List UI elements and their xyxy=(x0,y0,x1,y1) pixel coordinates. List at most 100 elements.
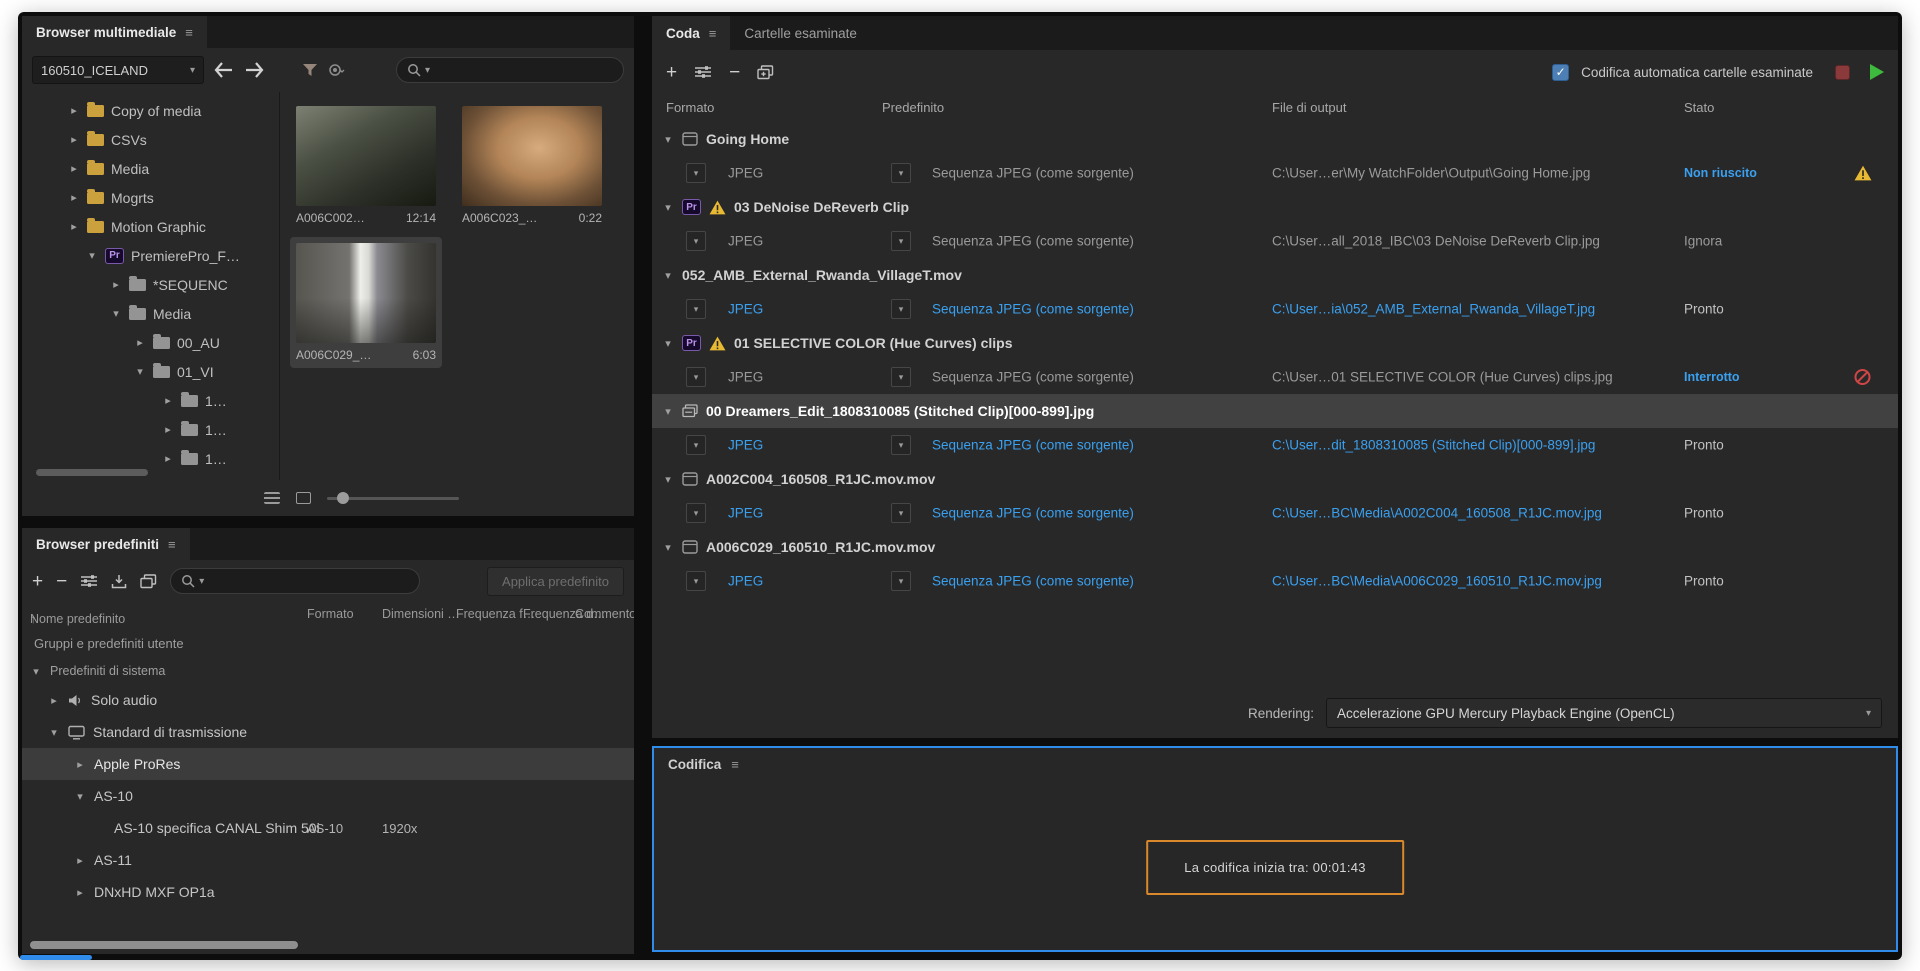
expander-icon[interactable]: ▸ xyxy=(74,758,86,771)
queue-item-row[interactable]: ▾ JPEG ▾ Sequenza JPEG (come sorgente) C… xyxy=(652,224,1898,258)
media-thumbnail[interactable]: A006C002… 12:14 xyxy=(290,100,442,231)
column-dimensions[interactable]: Dimensioni … xyxy=(382,607,460,621)
preset-value[interactable]: Sequenza JPEG (come sorgente) xyxy=(932,234,1134,249)
tab-watch-folders[interactable]: Cartelle esaminate xyxy=(730,16,871,50)
expander-icon[interactable]: ▸ xyxy=(48,694,60,707)
queue-group-row[interactable]: ▾ 052_AMB_External_Rwanda_VillageT.mov xyxy=(652,258,1898,292)
expander-icon[interactable]: ▸ xyxy=(74,854,86,867)
format-value[interactable]: JPEG xyxy=(728,234,763,249)
preset-value[interactable]: Sequenza JPEG (come sorgente) xyxy=(932,574,1134,589)
duplicate-preset-button[interactable] xyxy=(140,573,157,589)
expander-icon[interactable]: ▾ xyxy=(48,726,60,739)
queue-group-row[interactable]: ▾ A006C029_160510_R1JC.mov.mov xyxy=(652,530,1898,564)
queue-group-row[interactable]: ▾ Pr 01 SELECTIVE COLOR (Hue Curves) cli… xyxy=(652,326,1898,360)
preset-dropdown[interactable]: ▾ xyxy=(891,299,911,319)
format-dropdown[interactable]: ▾ xyxy=(686,163,706,183)
expander-icon[interactable]: ▾ xyxy=(86,249,98,262)
expander-icon[interactable]: ▸ xyxy=(68,133,80,146)
expander-icon[interactable]: ▸ xyxy=(134,336,146,349)
expander-icon[interactable]: ▸ xyxy=(110,278,122,291)
media-thumbnail[interactable]: A006C023_… 0:22 xyxy=(456,100,608,231)
preset-dropdown[interactable]: ▾ xyxy=(891,367,911,387)
remove-source-button[interactable]: − xyxy=(729,63,740,82)
queue-group-row[interactable]: ▾ Going Home xyxy=(652,122,1898,156)
expander-icon[interactable]: ▸ xyxy=(162,423,174,436)
queue-group-row[interactable]: ▾ A002C004_160508_R1JC.mov.mov xyxy=(652,462,1898,496)
slider-knob[interactable] xyxy=(337,492,349,504)
expander-icon[interactable]: ▾ xyxy=(662,337,674,350)
thumbnail-view-icon[interactable] xyxy=(296,492,311,504)
tree-item[interactable]: ▸ Motion Graphic xyxy=(22,212,279,241)
preset-dropdown[interactable]: ▾ xyxy=(891,503,911,523)
expander-icon[interactable]: ▾ xyxy=(662,269,674,282)
format-dropdown[interactable]: ▾ xyxy=(686,367,706,387)
expander-icon[interactable]: ▸ xyxy=(68,220,80,233)
column-comment[interactable]: Commento xyxy=(575,607,634,621)
expander-icon[interactable]: ▸ xyxy=(162,394,174,407)
panel-menu-icon[interactable]: ≡ xyxy=(168,537,176,552)
delete-preset-button[interactable]: − xyxy=(56,572,67,591)
tree-item[interactable]: ▸ Media xyxy=(22,154,279,183)
preset-group-row[interactable]: ▸ Solo audio xyxy=(22,684,634,716)
format-value[interactable]: JPEG xyxy=(728,302,763,317)
expander-icon[interactable]: ▾ xyxy=(662,541,674,554)
horizontal-scrollbar[interactable] xyxy=(30,941,298,949)
tree-item[interactable]: ▾ 01_VI xyxy=(22,357,279,386)
preset-section-system[interactable]: ▾ Predefiniti di sistema xyxy=(22,658,634,684)
tree-item[interactable]: ▸ CSVs xyxy=(22,125,279,154)
renderer-dropdown[interactable]: Accelerazione GPU Mercury Playback Engin… xyxy=(1326,698,1882,728)
output-path[interactable]: C:\User…BC\Media\A006C029_160510_R1JC.mo… xyxy=(1272,574,1668,589)
forward-button[interactable] xyxy=(244,62,264,78)
preset-dropdown[interactable]: ▾ xyxy=(891,571,911,591)
expander-icon[interactable]: ▾ xyxy=(662,201,674,214)
output-path[interactable]: C:\User…BC\Media\A002C004_160508_R1JC.mo… xyxy=(1272,506,1668,521)
preset-group-row[interactable]: ▸ AS-11 xyxy=(22,844,634,876)
apply-preset-button[interactable]: Applica predefinito xyxy=(487,566,624,596)
tab-preset-browser[interactable]: Browser predefiniti ≡ xyxy=(22,528,190,560)
filter-icon[interactable] xyxy=(302,63,318,77)
location-dropdown[interactable]: 160510_ICELAND ▾ xyxy=(32,56,204,84)
preset-group-row-selected[interactable]: ▸ Apple ProRes xyxy=(22,748,634,780)
format-value[interactable]: JPEG xyxy=(728,370,763,385)
queue-group-row[interactable]: ▾ Pr 03 DeNoise DeReverb Clip xyxy=(652,190,1898,224)
tab-queue[interactable]: Coda ≡ xyxy=(652,16,731,50)
expander-icon[interactable]: ▸ xyxy=(68,162,80,175)
preset-value[interactable]: Sequenza JPEG (come sorgente) xyxy=(932,370,1134,385)
format-dropdown[interactable]: ▾ xyxy=(686,503,706,523)
expander-icon[interactable]: ▸ xyxy=(162,452,174,465)
format-value[interactable]: JPEG xyxy=(728,438,763,453)
file-type-filter-icon[interactable] xyxy=(328,63,345,77)
queue-item-row[interactable]: ▾ JPEG ▾ Sequenza JPEG (come sorgente) C… xyxy=(652,292,1898,326)
preset-dropdown[interactable]: ▾ xyxy=(891,231,911,251)
preset-value[interactable]: Sequenza JPEG (come sorgente) xyxy=(932,166,1134,181)
format-dropdown[interactable]: ▾ xyxy=(686,299,706,319)
queue-settings-button[interactable] xyxy=(694,65,712,79)
preset-value[interactable]: Sequenza JPEG (come sorgente) xyxy=(932,506,1134,521)
expander-icon[interactable]: ▸ xyxy=(74,886,86,899)
output-path[interactable]: C:\User…er\My WatchFolder\Output\Going H… xyxy=(1272,166,1668,181)
preset-section-user[interactable]: Gruppi e predefiniti utente xyxy=(22,628,634,658)
expander-icon[interactable]: ▾ xyxy=(662,133,674,146)
column-status[interactable]: Stato xyxy=(1684,100,1714,115)
panel-menu-icon[interactable]: ≡ xyxy=(185,25,193,40)
add-source-button[interactable]: + xyxy=(666,63,677,82)
add-preset-button[interactable]: + xyxy=(32,572,43,591)
tab-media-browser[interactable]: Browser multimediale ≡ xyxy=(22,16,207,48)
search-input[interactable]: ▾ xyxy=(396,57,624,83)
auto-encode-checkbox[interactable]: ✓ xyxy=(1552,63,1570,81)
queue-item-row[interactable]: ▾ JPEG ▾ Sequenza JPEG (come sorgente) C… xyxy=(652,564,1898,598)
queue-item-row[interactable]: ▾ JPEG ▾ Sequenza JPEG (come sorgente) C… xyxy=(652,156,1898,190)
panel-menu-icon[interactable]: ≡ xyxy=(731,757,739,772)
expander-icon[interactable]: ▾ xyxy=(74,790,86,803)
start-queue-button[interactable] xyxy=(1870,64,1884,80)
duplicate-button[interactable] xyxy=(757,64,774,80)
preset-value[interactable]: Sequenza JPEG (come sorgente) xyxy=(932,438,1134,453)
preset-search-input[interactable]: ▾ xyxy=(170,568,421,594)
format-dropdown[interactable]: ▾ xyxy=(686,231,706,251)
media-thumbnail-selected[interactable]: A006C029_… 6:03 xyxy=(290,237,442,368)
expander-icon[interactable]: ▾ xyxy=(134,365,146,378)
format-value[interactable]: JPEG xyxy=(728,166,763,181)
tree-item[interactable]: ▾ Media xyxy=(22,299,279,328)
queue-item-row[interactable]: ▾ JPEG ▾ Sequenza JPEG (come sorgente) C… xyxy=(652,496,1898,530)
stop-queue-button[interactable] xyxy=(1835,64,1850,80)
